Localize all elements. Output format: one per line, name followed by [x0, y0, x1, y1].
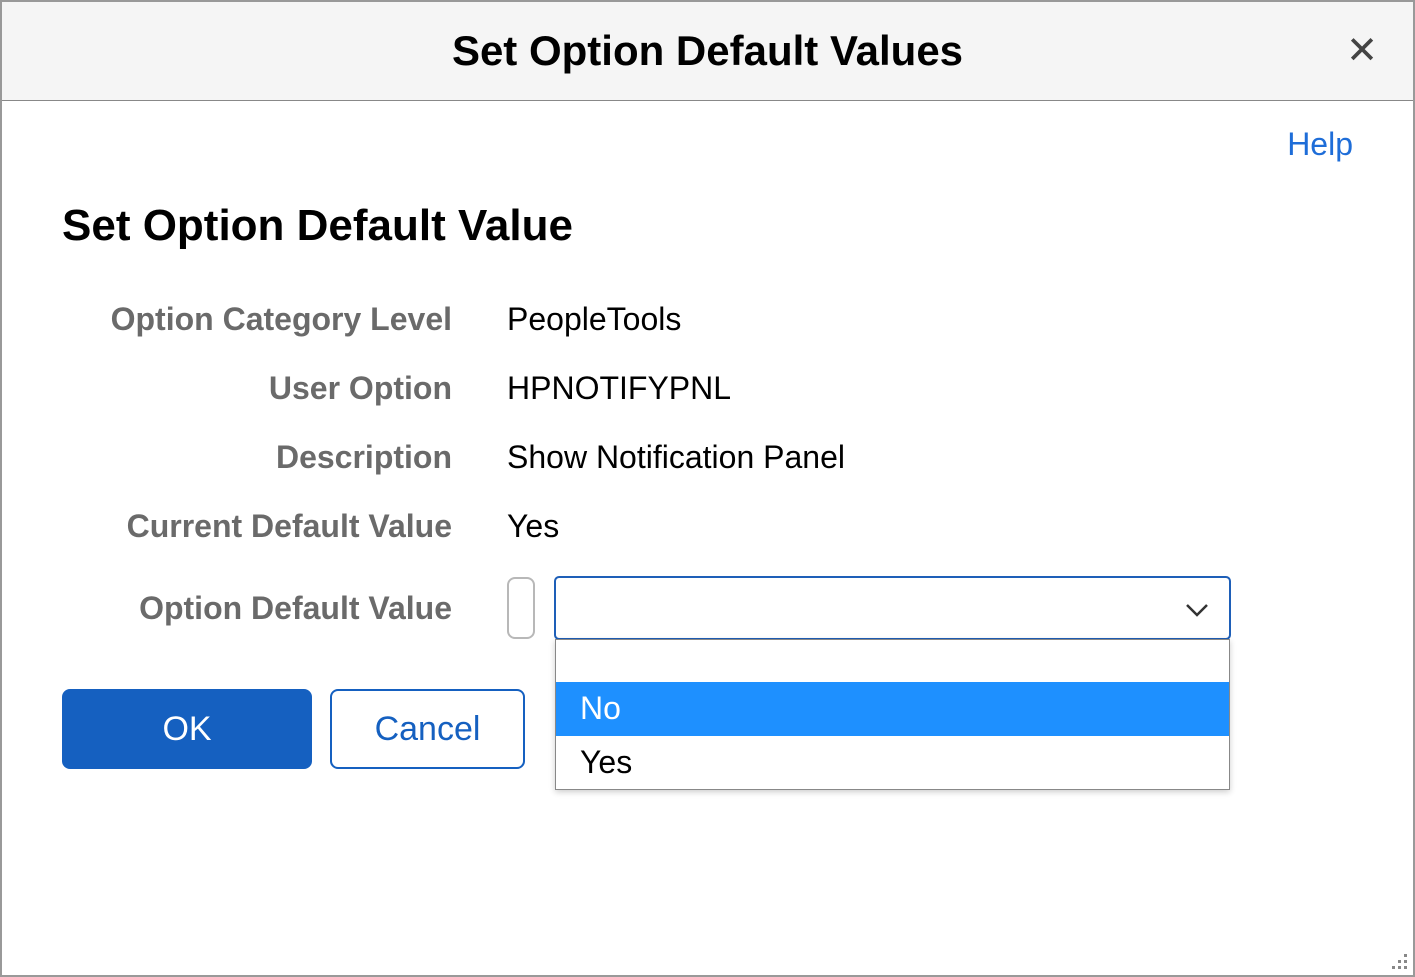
- label-user-option: User Option: [62, 370, 507, 407]
- label-option-category-level: Option Category Level: [62, 301, 507, 338]
- dialog-content: Help Set Option Default Value Option Cat…: [2, 101, 1413, 809]
- row-option-category-level: Option Category Level PeopleTools: [62, 301, 1353, 338]
- resize-grip-icon[interactable]: [1387, 949, 1407, 969]
- dropdown-option-no[interactable]: No: [556, 682, 1229, 736]
- dialog-header: Set Option Default Values ✕: [2, 2, 1413, 101]
- cancel-button[interactable]: Cancel: [330, 689, 525, 769]
- row-user-option: User Option HPNOTIFYPNL: [62, 370, 1353, 407]
- close-icon[interactable]: ✕: [1346, 32, 1378, 70]
- label-option-default-value: Option Default Value: [62, 590, 507, 627]
- dropdown-container: No Yes: [555, 577, 1230, 639]
- value-description: Show Notification Panel: [507, 439, 845, 476]
- row-description: Description Show Notification Panel: [62, 439, 1353, 476]
- value-current-default-value: Yes: [507, 508, 559, 545]
- ok-button[interactable]: OK: [62, 689, 312, 769]
- help-link[interactable]: Help: [1287, 126, 1353, 163]
- option-default-value-select[interactable]: [555, 577, 1230, 639]
- dropdown-list: No Yes: [555, 639, 1230, 790]
- value-user-option: HPNOTIFYPNL: [507, 370, 731, 407]
- row-current-default-value: Current Default Value Yes: [62, 508, 1353, 545]
- dropdown-option-yes[interactable]: Yes: [556, 736, 1229, 790]
- dialog-title: Set Option Default Values: [452, 27, 963, 75]
- chevron-down-icon: [1185, 591, 1209, 625]
- field-indicator: [507, 577, 535, 639]
- dropdown-option-blank[interactable]: [556, 640, 1229, 682]
- label-current-default-value: Current Default Value: [62, 508, 507, 545]
- label-description: Description: [62, 439, 507, 476]
- page-title: Set Option Default Value: [62, 201, 1353, 251]
- value-option-category-level: PeopleTools: [507, 301, 681, 338]
- row-option-default-value: Option Default Value No Yes: [62, 577, 1353, 639]
